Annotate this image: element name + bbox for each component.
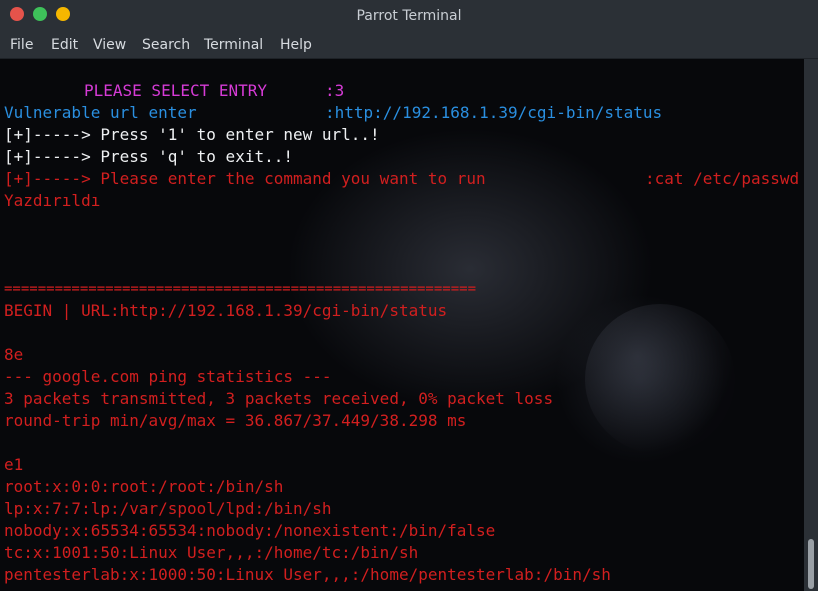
ping-packets-line: 3 packets transmitted, 3 packets receive… [4, 389, 554, 408]
ping-rtt-line: round-trip min/avg/max = 36.867/37.449/3… [4, 411, 467, 430]
command-prompt: [+]-----> Please enter the command you w… [4, 169, 486, 188]
menu-terminal[interactable]: Terminal [204, 37, 263, 53]
passwd-line: tc:x:1001:50:Linux User,,,:/home/tc:/bin… [4, 543, 419, 562]
menu-bar: File Edit View Search Terminal Help [0, 32, 818, 59]
chunk-size-1: 8e [4, 345, 24, 364]
menu-edit[interactable]: Edit [51, 37, 78, 53]
printed-status: Yazdırıldı [4, 191, 101, 210]
passwd-line: lp:x:7:7:lp:/var/spool/lpd:/bin/sh [4, 499, 332, 518]
terminal-output[interactable]: PLEASE SELECT ENTRY :3 Vulnerable url en… [0, 59, 804, 591]
wallpaper-planet [585, 304, 735, 454]
chunk-size-2: e1 [4, 455, 24, 474]
menu-view[interactable]: View [93, 37, 126, 53]
terminal-window: Parrot Terminal File Edit View Search Te… [0, 0, 818, 591]
command-value: :cat /etc/passwd [645, 169, 800, 188]
menu-file[interactable]: File [10, 37, 33, 53]
option-new-url: [+]-----> Press '1' to enter new url..! [4, 125, 380, 144]
ping-stats-header: --- google.com ping statistics --- [4, 367, 332, 386]
begin-url-line: BEGIN | URL:http://192.168.1.39/cgi-bin/… [4, 301, 448, 320]
menu-search[interactable]: Search [142, 37, 190, 53]
option-exit: [+]-----> Press 'q' to exit..! [4, 147, 293, 166]
passwd-line: nobody:x:65534:65534:nobody:/nonexistent… [4, 521, 496, 540]
scrollbar-thumb[interactable] [808, 539, 814, 589]
menu-help[interactable]: Help [280, 37, 312, 53]
select-entry-value: :3 [325, 81, 345, 100]
separator-line: ========================================… [4, 281, 477, 297]
url-label: Vulnerable url enter [4, 103, 197, 122]
window-title: Parrot Terminal [356, 8, 462, 24]
title-bar[interactable]: Parrot Terminal [0, 0, 818, 32]
passwd-line: root:x:0:0:root:/root:/bin/sh [4, 477, 284, 496]
passwd-line: pentesterlab:x:1000:50:Linux User,,,:/ho… [4, 565, 611, 584]
select-entry-label: PLEASE SELECT ENTRY [84, 81, 268, 100]
vertical-scrollbar[interactable] [804, 59, 818, 591]
url-value: :http://192.168.1.39/cgi-bin/status [325, 103, 663, 122]
